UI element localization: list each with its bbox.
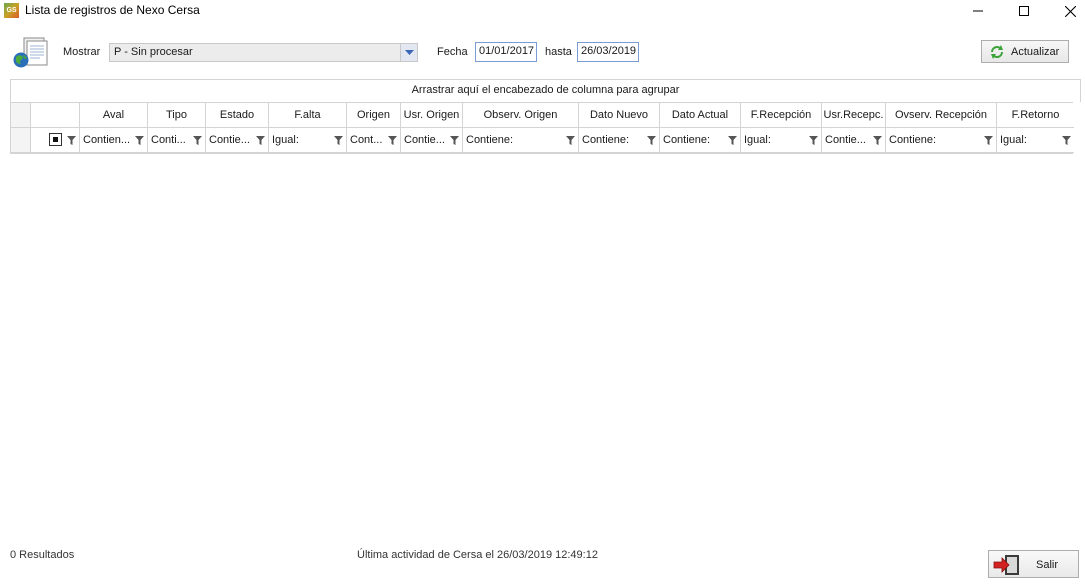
filter-cell[interactable]: Contien... xyxy=(80,128,148,153)
filter-icon[interactable] xyxy=(647,136,656,145)
column-header-dato-nuevo[interactable]: Dato Nuevo xyxy=(579,103,660,128)
column-header-frecepcion[interactable]: F.Recepción xyxy=(741,103,822,128)
last-activity: Última actividad de Cersa el 26/03/2019 … xyxy=(357,549,598,561)
filter-icon[interactable] xyxy=(1062,136,1071,145)
close-button[interactable] xyxy=(1047,0,1085,22)
column-header-fretorno[interactable]: F.Retorno xyxy=(997,103,1074,128)
filter-cell[interactable]: Contie... xyxy=(206,128,269,153)
filter-icon[interactable] xyxy=(566,136,575,145)
column-header-origen[interactable]: Origen xyxy=(347,103,401,128)
filter-icon[interactable] xyxy=(873,136,882,145)
column-header-falta[interactable]: F.alta xyxy=(269,103,347,128)
filter-icon[interactable] xyxy=(450,136,459,145)
filter-operator: Igual: xyxy=(744,134,771,146)
records-grid: Aval Tipo Estado F.alta Origen Usr. Orig… xyxy=(10,102,1074,154)
filter-icon xyxy=(67,136,76,145)
filter-cell[interactable]: Igual: xyxy=(741,128,822,153)
filter-icon[interactable] xyxy=(256,136,265,145)
actualizar-label: Actualizar xyxy=(1011,46,1060,58)
mostrar-select-value: P - Sin procesar xyxy=(114,46,193,58)
select-all-filter[interactable] xyxy=(31,128,80,153)
filter-icon[interactable] xyxy=(984,136,993,145)
filter-operator: Conti... xyxy=(151,134,186,146)
filter-cell[interactable]: Igual: xyxy=(269,128,347,153)
column-header-usr-origen[interactable]: Usr. Origen xyxy=(401,103,463,128)
filter-cell[interactable]: Igual: xyxy=(997,128,1074,153)
minimize-button[interactable] xyxy=(955,0,1001,22)
column-header-observ-origen[interactable]: Observ. Origen xyxy=(463,103,579,128)
column-header-ovserv-recepcion[interactable]: Ovserv. Recepción xyxy=(886,103,997,128)
dropdown-button[interactable] xyxy=(400,44,417,61)
actualizar-button[interactable]: Actualizar xyxy=(981,40,1069,63)
row-indicator-header xyxy=(11,103,31,128)
filter-icon[interactable] xyxy=(334,136,343,145)
exit-door-icon xyxy=(993,555,1019,575)
filter-cell[interactable]: Contie... xyxy=(822,128,886,153)
maximize-icon xyxy=(1019,6,1029,16)
salir-button[interactable]: Salir xyxy=(988,550,1079,578)
filter-operator: Igual: xyxy=(272,134,299,146)
column-header-aval[interactable]: Aval xyxy=(80,103,148,128)
fecha-label: Fecha xyxy=(437,46,468,58)
column-header-usr-recepc[interactable]: Usr.Recepc. xyxy=(822,103,886,128)
filter-operator: Contiene: xyxy=(889,134,937,146)
filter-operator: Contien... xyxy=(83,134,131,146)
document-globe-icon xyxy=(13,37,48,68)
filter-cell[interactable]: Contiene: xyxy=(660,128,741,153)
filter-operator: Contie... xyxy=(209,134,250,146)
salir-label: Salir xyxy=(1036,559,1059,571)
title-bar: GS Lista de registros de Nexo Cersa xyxy=(0,0,1085,22)
minimize-icon xyxy=(973,10,983,12)
filter-operator: Cont... xyxy=(350,134,383,146)
maximize-button[interactable] xyxy=(1001,0,1047,22)
fecha-hasta-input[interactable]: 26/03/2019 xyxy=(577,42,639,62)
filter-operator: Contie... xyxy=(825,134,866,146)
column-header-tipo[interactable]: Tipo xyxy=(148,103,206,128)
hasta-label: hasta xyxy=(545,46,572,58)
filter-cell[interactable]: Conti... xyxy=(148,128,206,153)
chevron-down-icon xyxy=(404,49,414,55)
filter-cell[interactable]: Contiene: xyxy=(579,128,660,153)
column-header-dato-actual[interactable]: Dato Actual xyxy=(660,103,741,128)
filter-operator: Contiene: xyxy=(582,134,630,146)
window-title: Lista de registros de Nexo Cersa xyxy=(25,3,200,17)
mostrar-select[interactable]: P - Sin procesar xyxy=(109,43,418,62)
close-icon xyxy=(1064,5,1076,17)
filter-icon[interactable] xyxy=(388,136,397,145)
filter-icon[interactable] xyxy=(728,136,737,145)
filter-icon[interactable] xyxy=(135,136,144,145)
filter-cell[interactable]: Cont... xyxy=(347,128,401,153)
header-row: Aval Tipo Estado F.alta Origen Usr. Orig… xyxy=(11,103,1074,128)
filter-operator: Contiene: xyxy=(466,134,514,146)
row-indicator-filter xyxy=(11,128,31,153)
filter-operator: Contiene: xyxy=(663,134,711,146)
filter-operator: Contie... xyxy=(404,134,445,146)
column-header-estado[interactable]: Estado xyxy=(206,103,269,128)
select-column-header[interactable] xyxy=(31,103,80,128)
filter-row: Contien... Conti... Contie... Igual: Cont...… xyxy=(11,128,1074,153)
refresh-icon xyxy=(991,45,1003,59)
results-count: 0 Resultados xyxy=(10,549,75,561)
select-all-checkbox[interactable] xyxy=(49,133,62,146)
mostrar-label: Mostrar xyxy=(63,46,101,58)
filter-icon[interactable] xyxy=(809,136,818,145)
filter-cell[interactable]: Contiene: xyxy=(886,128,997,153)
group-by-panel[interactable]: Arrastrar aquí el encabezado de columna … xyxy=(10,79,1081,102)
filter-cell[interactable]: Contie... xyxy=(401,128,463,153)
filter-icon[interactable] xyxy=(193,136,202,145)
app-icon: GS xyxy=(4,3,19,18)
filter-operator: Igual: xyxy=(1000,134,1027,146)
filter-cell[interactable]: Contiene: xyxy=(463,128,579,153)
fecha-desde-input[interactable]: 01/01/2017 xyxy=(475,42,537,62)
